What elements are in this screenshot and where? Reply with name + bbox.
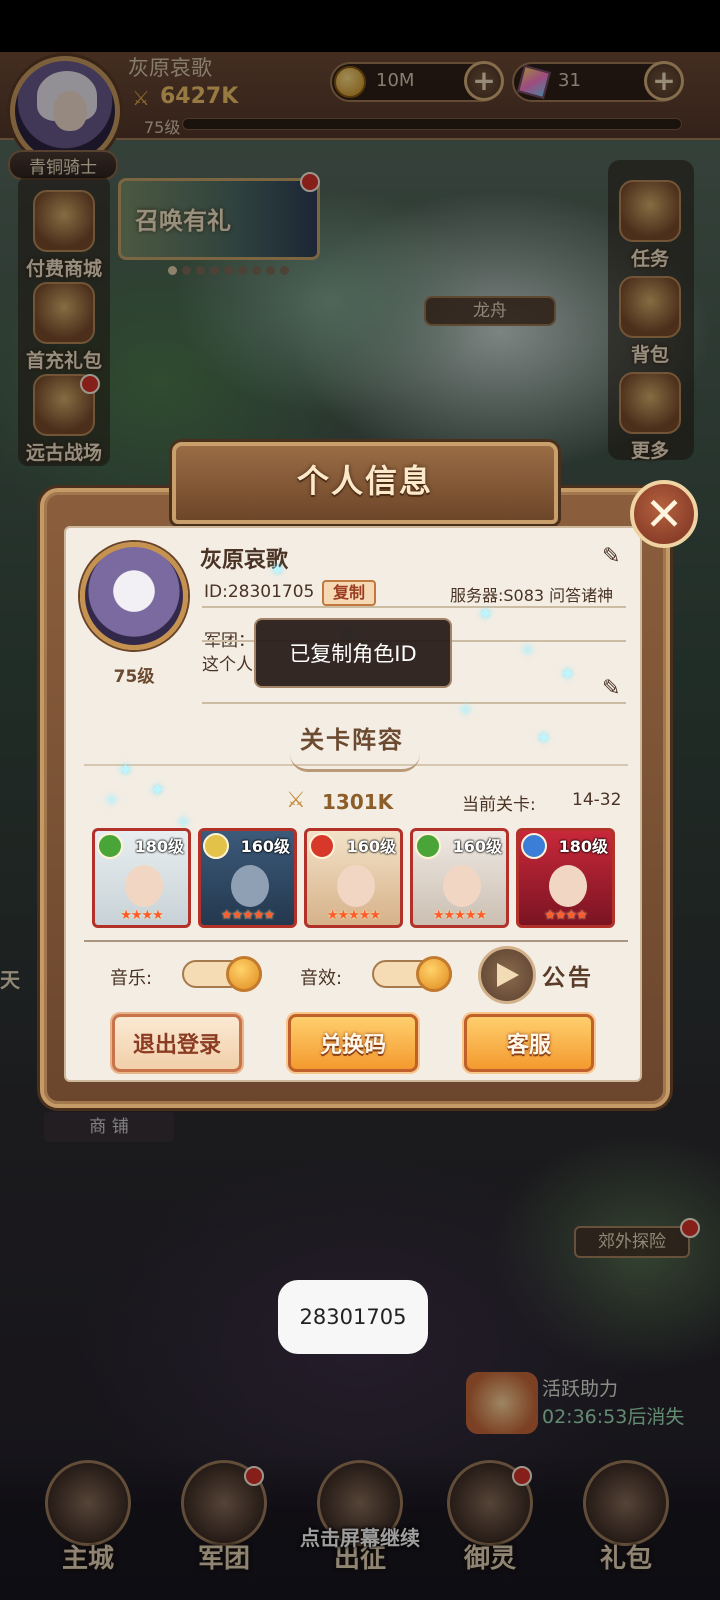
wind-element-icon <box>415 833 441 859</box>
hero-portrait <box>337 865 375 907</box>
profile-avatar[interactable] <box>80 542 188 650</box>
hero-stars: ★★★★★ <box>326 908 381 923</box>
sfx-toggle-knob[interactable] <box>416 956 452 992</box>
redeem-code-button[interactable]: 兑换码 <box>288 1014 418 1072</box>
hero-card[interactable]: 160级 ★★★★★ <box>304 828 403 928</box>
hero-level: 160级 <box>240 837 290 856</box>
sparkle-effect: ✦ <box>560 664 576 685</box>
ornament-swirl <box>290 754 420 772</box>
hero-card[interactable]: 160级 ★★★★★ <box>410 828 509 928</box>
profile-guild: 军团： <box>204 631 255 651</box>
hero-portrait <box>125 865 163 907</box>
hero-level: 180级 <box>558 837 608 856</box>
profile-signature: 这个人 <box>202 655 253 675</box>
hero-level: 160级 <box>346 837 396 856</box>
customer-service-button[interactable]: 客服 <box>464 1014 594 1072</box>
hero-level: 180级 <box>134 837 184 856</box>
sparkle-effect: ✦ <box>150 780 166 801</box>
edit-name-icon[interactable]: ✎ <box>602 546 624 568</box>
sfx-label: 音效: <box>300 968 343 989</box>
copy-id-button[interactable]: 复制 <box>322 580 376 606</box>
sparkle-effect: ✦ <box>536 728 552 749</box>
edit-signature-icon[interactable]: ✎ <box>602 678 624 700</box>
divider <box>84 940 628 942</box>
fire-element-icon <box>309 833 335 859</box>
hero-stars: ★★★★ <box>120 908 164 923</box>
hero-card[interactable]: 180级 ★★★★ <box>516 828 615 928</box>
wind-element-icon <box>97 833 123 859</box>
sparkle-effect: ✧ <box>176 812 192 833</box>
hero-level: 160级 <box>452 837 502 856</box>
current-stage-label: 当前关卡: <box>462 795 536 815</box>
hero-stars: ★★★★★ <box>220 908 275 923</box>
dialog-title: 个人信息 <box>296 462 433 500</box>
megaphone-icon[interactable] <box>478 946 536 1004</box>
hero-portrait <box>443 865 481 907</box>
music-label: 音乐: <box>110 968 153 989</box>
profile-level: 75级 <box>113 667 155 687</box>
sparkle-effect: ✦ <box>478 604 494 625</box>
hero-stars: ★★★★★ <box>432 908 487 923</box>
copied-id-toast: 已复制角色ID <box>254 618 452 688</box>
current-stage-value: 14-32 <box>572 790 622 810</box>
sparkle-effect: ✧ <box>104 790 120 811</box>
sparkle-effect: ✦ <box>118 760 134 781</box>
lineup-power: 1301K <box>322 790 394 814</box>
logout-button[interactable]: 退出登录 <box>112 1014 242 1072</box>
divider <box>202 702 626 704</box>
hero-portrait <box>549 865 587 907</box>
sparkle-effect: ✦ <box>270 560 286 581</box>
music-toggle[interactable] <box>182 956 262 992</box>
clipboard-toast: 28301705 <box>278 1280 428 1354</box>
notice-label[interactable]: 公告 <box>542 958 594 992</box>
divider <box>202 606 626 608</box>
hero-stars: ★★★★ <box>544 908 588 923</box>
light-element-icon <box>203 833 229 859</box>
hero-card[interactable]: 160级 ★★★★★ <box>198 828 297 928</box>
lineup-title: 关卡阵容 <box>300 726 404 754</box>
hero-portrait <box>231 865 269 907</box>
lineup-heroes: 180级 ★★★★ 160级 ★★★★★ 160级 ★★★★★ 160级 ★★★… <box>92 828 615 928</box>
water-element-icon <box>521 833 547 859</box>
close-button[interactable]: ✕ <box>630 480 698 548</box>
sparkle-effect: ✧ <box>520 640 536 661</box>
hero-card[interactable]: 180级 ★★★★ <box>92 828 191 928</box>
crossed-swords-icon: ⚔ <box>286 788 306 813</box>
sfx-toggle[interactable] <box>372 956 452 992</box>
sparkle-effect: ✧ <box>458 700 474 721</box>
profile-id: ID:28301705 <box>204 582 315 602</box>
music-toggle-knob[interactable] <box>226 956 262 992</box>
profile-server: 服务器:S083 问答诸神 <box>450 586 614 605</box>
